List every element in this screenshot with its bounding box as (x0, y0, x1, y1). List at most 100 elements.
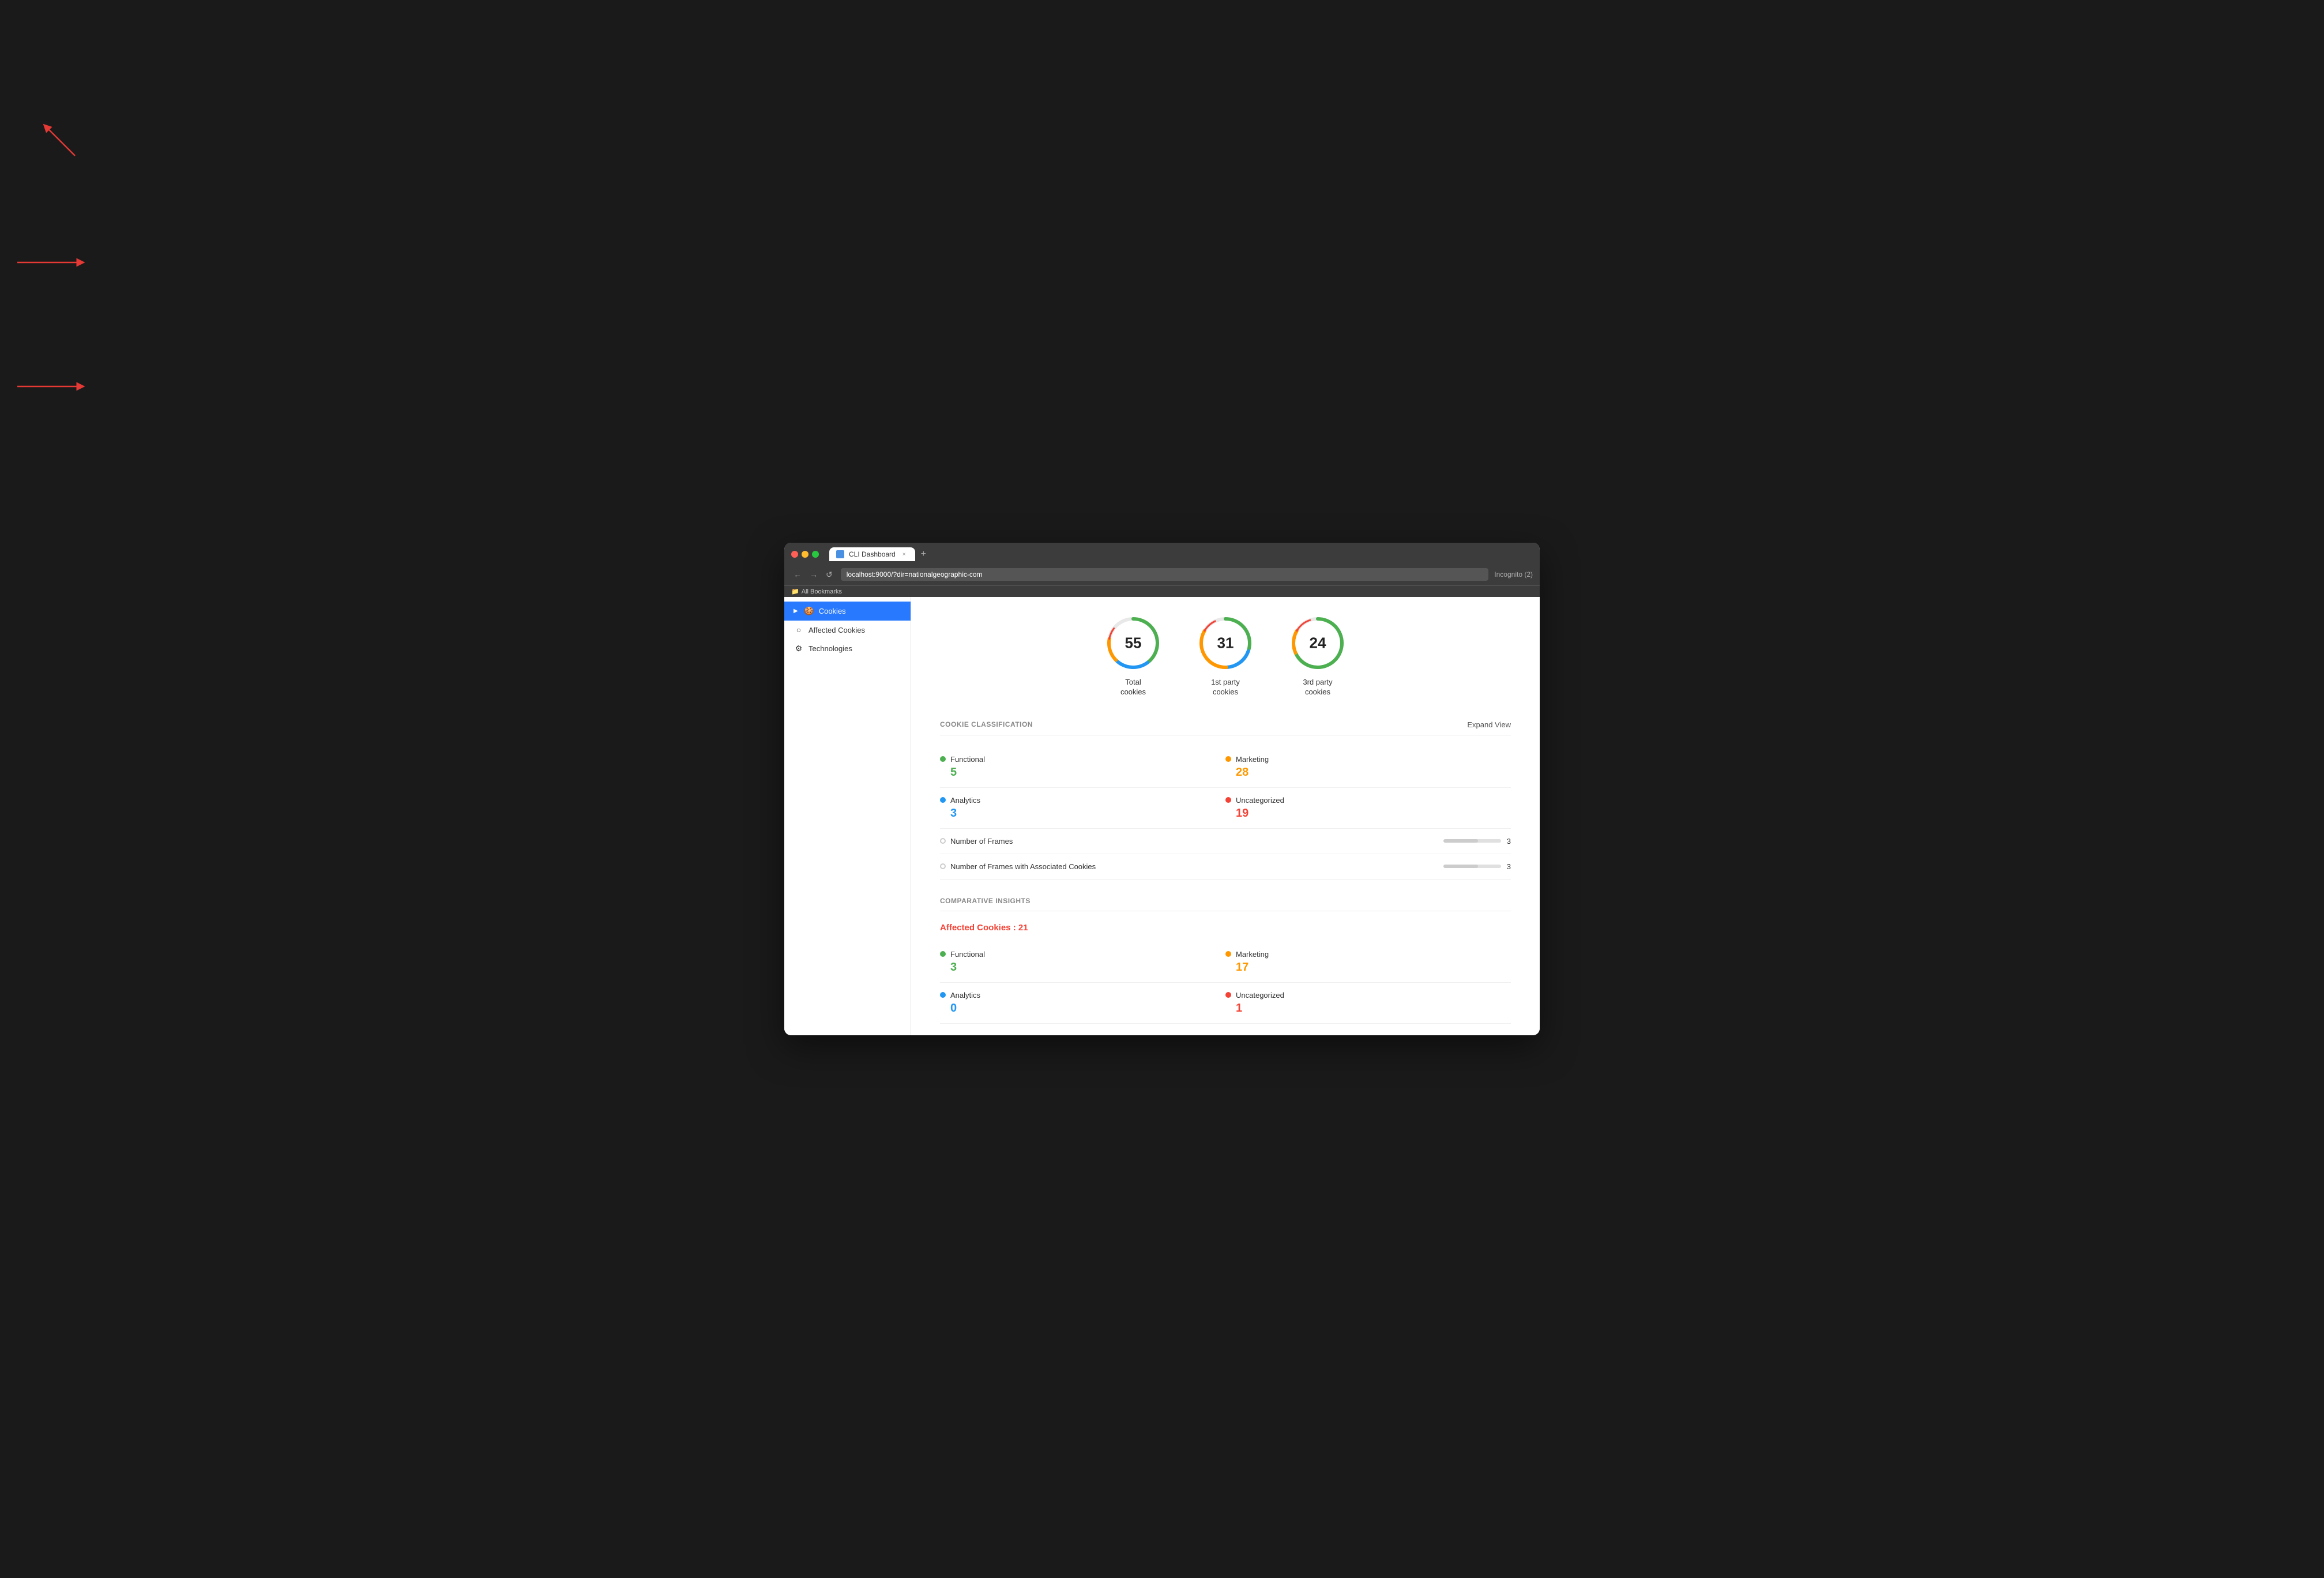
horizontal-arrow-1 (17, 254, 87, 271)
tab-favicon (836, 550, 844, 558)
horizontal-arrow-2 (17, 378, 87, 395)
uncategorized-count: 19 (1225, 807, 1511, 820)
uncategorized-dot (1225, 797, 1231, 803)
class-marketing: Marketing 28 (1225, 747, 1511, 788)
frame-count-1: 3 (1507, 837, 1511, 846)
sidebar-arrow-icon: ▶ (794, 608, 798, 614)
sidebar-item-cookies[interactable]: ▶ 🍪 Cookies (784, 602, 911, 621)
first-party-number: 31 (1217, 634, 1234, 652)
marketing-count: 28 (1225, 766, 1511, 779)
reload-button[interactable]: ↺ (823, 569, 835, 581)
main-content: 55 Totalcookies 31 (911, 597, 1540, 1035)
insights-analytics-dot (940, 992, 946, 998)
tab-bar: CLI Dashboard × + (829, 547, 930, 561)
traffic-lights (791, 551, 819, 558)
forward-button[interactable]: → (807, 569, 820, 580)
insights-uncategorized-header: Uncategorized (1225, 991, 1511, 1000)
total-circle: 55 (1104, 614, 1162, 672)
browser-actions: Incognito (2) (1494, 570, 1533, 578)
functional-name: Functional (950, 755, 985, 764)
insights-analytics-count: 0 (940, 1002, 1225, 1015)
nav-buttons: ← → ↺ (791, 569, 835, 581)
classification-grid: Functional 5 Marketing 28 (940, 747, 1511, 829)
active-tab[interactable]: CLI Dashboard × (829, 547, 915, 561)
uncategorized-name: Uncategorized (1236, 796, 1284, 805)
frame-bar-container-1: 3 (1443, 837, 1511, 846)
app-layout: ▶ 🍪 Cookies ○ Affected Cookies ⚙ Technol… (784, 597, 1540, 1035)
cookies-icon: 🍪 (804, 606, 814, 616)
insights-analytics-header: Analytics (940, 991, 1225, 1000)
marketing-name: Marketing (1236, 755, 1269, 764)
analytics-name: Analytics (950, 796, 980, 805)
insights-uncategorized: Uncategorized 1 (1225, 983, 1511, 1024)
first-party-circle: 31 (1197, 614, 1254, 672)
marketing-dot (1225, 756, 1231, 762)
comparative-insights-section: COMPARATIVE INSIGHTS Affected Cookies : … (940, 897, 1511, 1024)
insights-analytics: Analytics 0 (940, 983, 1225, 1024)
frame-bar-fill-1 (1443, 839, 1478, 843)
affected-cookies-title: Affected Cookies : 21 (940, 923, 1511, 933)
back-button[interactable]: ← (791, 569, 804, 580)
new-tab-button[interactable]: + (917, 549, 930, 559)
functional-header: Functional (940, 755, 1225, 764)
analytics-dot (940, 797, 946, 803)
frame-label-1: Number of Frames (950, 837, 1439, 846)
frame-row-2: Number of Frames with Associated Cookies… (940, 854, 1511, 880)
analytics-header: Analytics (940, 796, 1225, 805)
insights-marketing-dot (1225, 951, 1231, 957)
frame-row-1: Number of Frames 3 (940, 829, 1511, 854)
frame-bar-2 (1443, 865, 1501, 868)
close-button[interactable] (791, 551, 798, 558)
insights-marketing: Marketing 17 (1225, 942, 1511, 983)
third-party-number: 24 (1310, 634, 1326, 652)
insights-marketing-count: 17 (1225, 961, 1511, 974)
affected-cookies-icon: ○ (794, 625, 804, 634)
third-party-circle: 24 (1289, 614, 1347, 672)
insights-header: COMPARATIVE INSIGHTS (940, 897, 1511, 911)
insights-functional-count: 3 (940, 961, 1225, 974)
diagonal-arrow (35, 115, 81, 161)
folder-icon: 📁 (791, 588, 799, 595)
incognito-label: Incognito (2) (1494, 570, 1533, 578)
frame-dot-1 (940, 838, 946, 844)
tab-title: CLI Dashboard (849, 550, 896, 558)
class-uncategorized: Uncategorized 19 (1225, 788, 1511, 829)
frame-bar-fill-2 (1443, 865, 1478, 868)
functional-dot (940, 756, 946, 762)
class-analytics: Analytics 3 (940, 788, 1225, 829)
minimize-button[interactable] (802, 551, 808, 558)
insights-functional-header: Functional (940, 950, 1225, 959)
tab-close-icon[interactable]: × (902, 551, 906, 558)
bookmark-label: All Bookmarks (802, 588, 842, 595)
sidebar-cookies-label: Cookies (819, 607, 846, 615)
marketing-header: Marketing (1225, 755, 1511, 764)
sidebar: ▶ 🍪 Cookies ○ Affected Cookies ⚙ Technol… (784, 597, 911, 1035)
browser-chrome: CLI Dashboard × + ← → ↺ Incognito (2) 📁 … (784, 543, 1540, 597)
class-functional: Functional 5 (940, 747, 1225, 788)
functional-count: 5 (940, 766, 1225, 779)
maximize-button[interactable] (812, 551, 819, 558)
stat-first-party: 31 1st partycookies (1197, 614, 1254, 697)
cookie-classification-section: COOKIE CLASSIFICATION Expand View Functi… (940, 720, 1511, 880)
insights-functional-name: Functional (950, 950, 985, 959)
browser-window: CLI Dashboard × + ← → ↺ Incognito (2) 📁 … (784, 543, 1540, 1035)
expand-view-button[interactable]: Expand View (1467, 720, 1511, 729)
insights-uncategorized-count: 1 (1225, 1002, 1511, 1015)
insights-title: COMPARATIVE INSIGHTS (940, 897, 1031, 905)
sidebar-item-technologies[interactable]: ⚙ Technologies (784, 639, 911, 658)
insights-grid: Functional 3 Marketing 17 (940, 942, 1511, 1024)
insights-marketing-header: Marketing (1225, 950, 1511, 959)
address-input[interactable] (841, 568, 1489, 581)
technologies-icon: ⚙ (794, 644, 804, 653)
insights-functional-dot (940, 951, 946, 957)
insights-marketing-name: Marketing (1236, 950, 1269, 959)
sidebar-item-affected-cookies[interactable]: ○ Affected Cookies (784, 621, 911, 639)
sidebar-tech-label: Technologies (808, 644, 852, 653)
analytics-count: 3 (940, 807, 1225, 820)
frame-bar-container-2: 3 (1443, 862, 1511, 871)
insights-analytics-name: Analytics (950, 991, 980, 1000)
insights-uncategorized-dot (1225, 992, 1231, 998)
classification-title: COOKIE CLASSIFICATION (940, 720, 1033, 728)
insights-uncategorized-name: Uncategorized (1236, 991, 1284, 1000)
frame-count-2: 3 (1507, 862, 1511, 871)
